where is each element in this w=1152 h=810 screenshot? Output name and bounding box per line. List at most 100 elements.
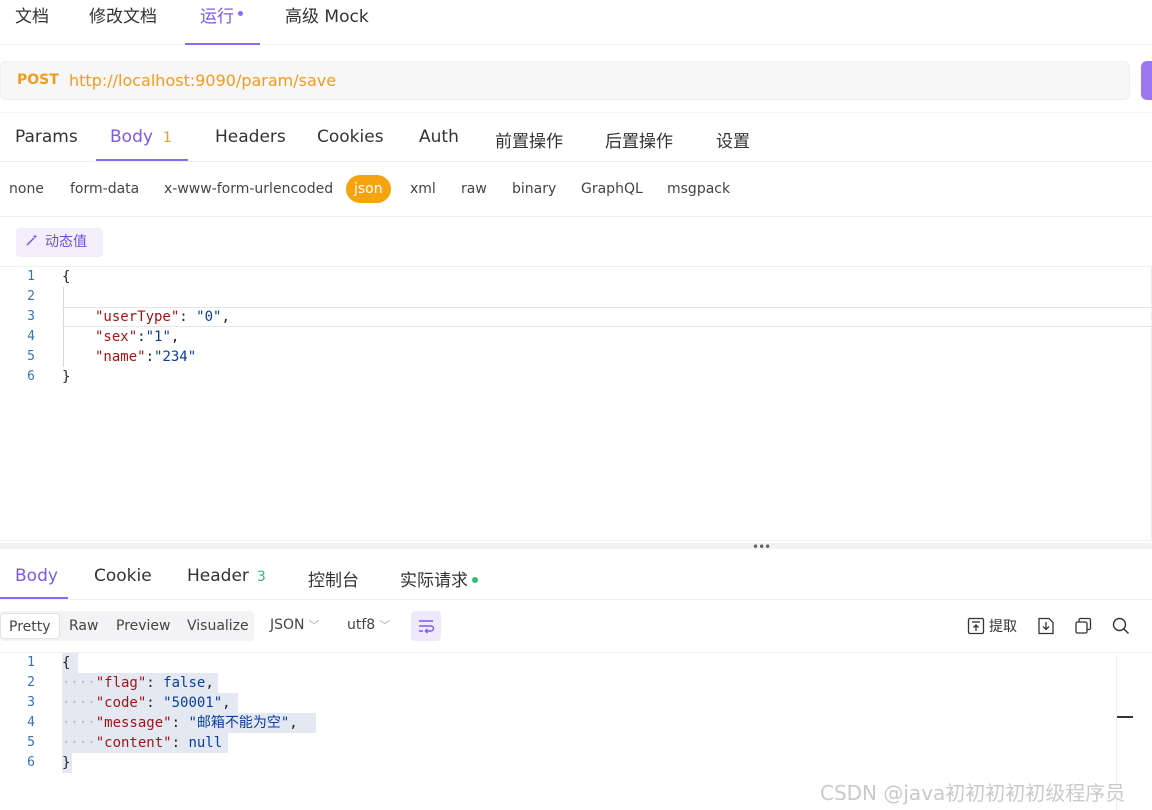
view-mode-raw[interactable]: Raw	[69, 615, 98, 637]
tab-actual-request[interactable]: 实际请求	[400, 566, 478, 591]
tab-headers[interactable]: Headers	[215, 127, 286, 147]
code-line: ····"code": "50001",	[62, 693, 231, 713]
line-number: 3	[27, 695, 35, 710]
tab-auth[interactable]: Auth	[419, 127, 459, 147]
dynamic-value-button[interactable]: 动态值	[16, 228, 103, 257]
active-tab-indicator	[0, 597, 68, 599]
json-separator: :	[146, 695, 164, 711]
json-key: "content"	[95, 735, 172, 751]
json-value: "50001"	[163, 695, 223, 711]
tab-params[interactable]: Params	[15, 127, 78, 147]
tab-post-processors[interactable]: 后置操作	[605, 127, 673, 152]
line-number: 1	[27, 655, 35, 670]
extract-icon	[967, 617, 985, 635]
tab-settings[interactable]: 设置	[716, 127, 750, 152]
body-type-json[interactable]: json	[346, 175, 391, 203]
divider	[0, 216, 1152, 217]
json-comma: ,	[221, 309, 230, 325]
json-key: "message"	[95, 715, 172, 731]
code-line: ····"content": null	[62, 733, 222, 753]
whitespace-marker: ····	[62, 715, 96, 731]
body-type-graphql[interactable]: GraphQL	[581, 181, 643, 197]
body-count-badge: 1	[162, 130, 172, 146]
extract-button[interactable]: 提取	[989, 616, 1017, 636]
json-separator: :	[171, 715, 189, 731]
tab-advanced-mock[interactable]: 高级 Mock	[285, 0, 369, 45]
json-key: "name"	[95, 349, 146, 365]
body-type-msgpack[interactable]: msgpack	[667, 181, 730, 197]
charset-select[interactable]: utf8 ﹀	[347, 617, 390, 633]
body-type-xml[interactable]: xml	[410, 181, 436, 197]
request-tab-bar: Params Body 1 Headers Cookies Auth 前置操作 后…	[0, 112, 1152, 162]
tab-run-label: 运行	[200, 7, 234, 27]
dynamic-value-label: 动态值	[45, 234, 87, 250]
send-button[interactable]	[1141, 61, 1152, 100]
download-icon[interactable]	[1037, 617, 1055, 635]
wrap-icon	[419, 620, 435, 634]
code-line: }	[62, 755, 71, 771]
view-mode-selector: Pretty Raw Preview Visualize	[0, 611, 254, 641]
body-type-urlencoded[interactable]: x-www-form-urlencoded	[164, 181, 333, 197]
json-separator: :	[146, 675, 164, 691]
code-line: {	[62, 655, 71, 671]
tab-console[interactable]: 控制台	[308, 566, 359, 591]
tab-response-header-label: Header	[187, 566, 249, 586]
tab-body-label: Body	[110, 127, 153, 147]
code-line: {	[62, 269, 71, 285]
status-dot-icon	[472, 577, 478, 583]
json-comma: ,	[222, 695, 231, 711]
watermark: CSDN @java初初初初初级程序员	[820, 781, 1126, 805]
panel-splitter[interactable]	[0, 543, 1152, 549]
tab-pre-processors[interactable]: 前置操作	[495, 127, 563, 152]
line-number: 3	[27, 309, 35, 324]
whitespace-marker: ····	[62, 675, 96, 691]
whitespace-marker: ····	[62, 735, 96, 751]
json-value: false	[163, 675, 206, 691]
search-icon[interactable]	[1112, 617, 1130, 635]
code-line: "name":"234"	[95, 347, 196, 367]
tab-run[interactable]: 运行	[185, 0, 260, 45]
response-tab-bar: Body Cookie Header 3 控制台 实际请求	[0, 555, 1152, 600]
scrollbar-marker	[1117, 716, 1133, 718]
tab-docs[interactable]: 文档	[15, 0, 49, 45]
line-number: 4	[27, 329, 35, 344]
url-input[interactable]: http://localhost:9090/param/save	[69, 71, 336, 90]
tab-response-header[interactable]: Header 3	[187, 566, 266, 586]
line-number: 4	[27, 715, 35, 730]
drag-handle-icon[interactable]: •••	[752, 541, 771, 553]
word-wrap-button[interactable]	[411, 611, 441, 641]
json-comma: ,	[205, 675, 214, 691]
copy-icon[interactable]	[1074, 617, 1092, 635]
body-type-none[interactable]: none	[9, 181, 44, 197]
view-mode-visualize[interactable]: Visualize	[187, 615, 249, 637]
tab-body[interactable]: Body 1	[110, 127, 172, 147]
json-value: null	[188, 735, 223, 751]
view-mode-pretty[interactable]: Pretty	[0, 613, 60, 639]
tab-cookies[interactable]: Cookies	[317, 127, 384, 147]
format-select-value: JSON	[270, 617, 305, 633]
line-number: 1	[27, 269, 35, 284]
url-bar[interactable]: POST http://localhost:9090/param/save	[0, 61, 1130, 100]
body-type-raw[interactable]: raw	[461, 181, 487, 197]
chevron-down-icon: ﹀	[379, 619, 391, 632]
json-separator: :	[137, 329, 146, 345]
body-type-binary[interactable]: binary	[512, 181, 556, 197]
request-body-editor[interactable]: 1{ 2 3 "userType": "0", 4 "sex":"1", 5 "nam…	[0, 267, 1152, 397]
magic-wand-icon	[26, 228, 39, 257]
whitespace-marker: ····	[62, 695, 96, 711]
format-select[interactable]: JSON ﹀	[270, 617, 320, 633]
response-body-viewer[interactable]: 1{ 2 ····"flag": false, 3 ····"code": "500…	[0, 653, 1115, 783]
header-count-badge: 3	[256, 569, 266, 585]
line-number: 2	[27, 289, 35, 304]
line-number: 5	[27, 735, 35, 750]
json-value: "234"	[154, 349, 197, 365]
json-value: "0"	[196, 309, 222, 325]
tab-edit-docs[interactable]: 修改文档	[89, 0, 157, 45]
tab-response-cookie[interactable]: Cookie	[94, 566, 152, 586]
tab-response-body[interactable]: Body	[15, 566, 58, 586]
http-method[interactable]: POST	[17, 72, 59, 88]
body-type-form-data[interactable]: form-data	[70, 181, 139, 197]
tab-actual-request-label: 实际请求	[400, 571, 468, 591]
json-comma: ,	[170, 329, 180, 345]
view-mode-preview[interactable]: Preview	[116, 615, 171, 637]
